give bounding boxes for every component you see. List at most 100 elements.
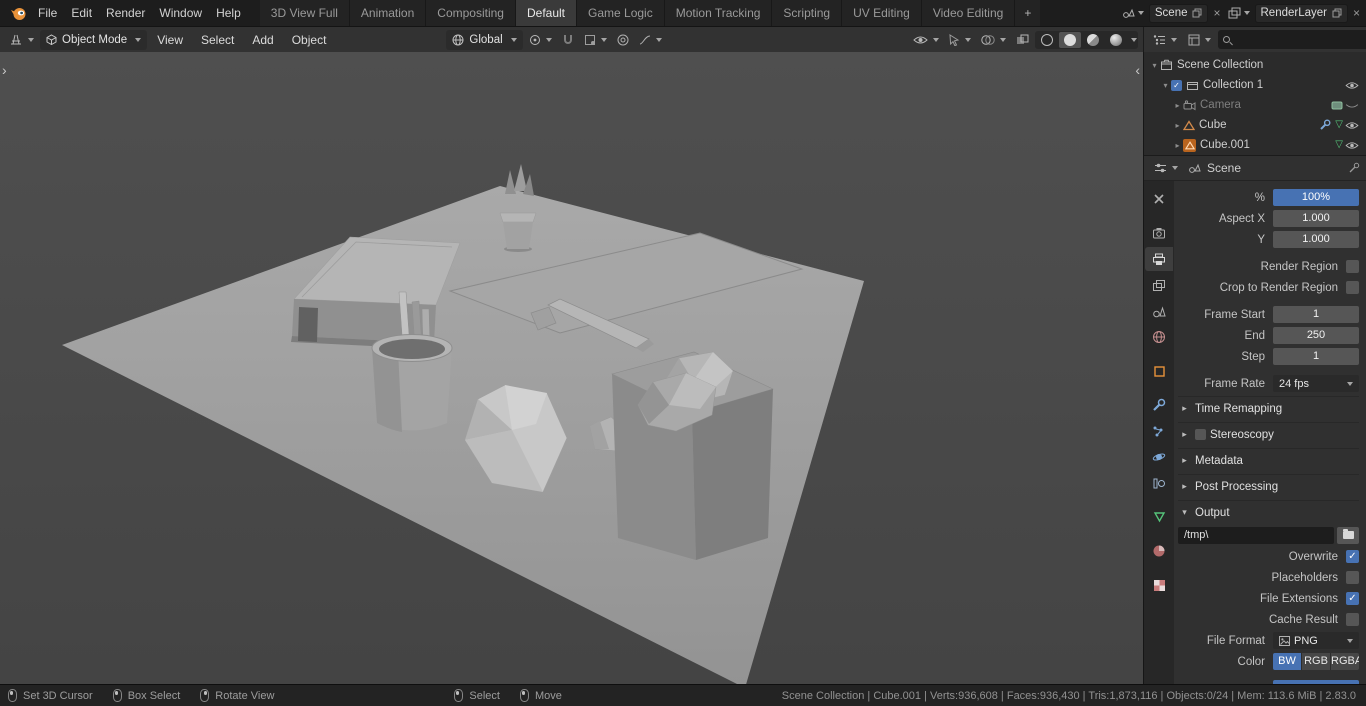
tab-view-layer[interactable]: [1146, 273, 1172, 297]
visibility-toggle[interactable]: [1343, 81, 1361, 90]
render-region-checkbox[interactable]: [1346, 260, 1359, 273]
workspace-tab-video-editing[interactable]: Video Editing: [921, 0, 1016, 26]
tab-particles[interactable]: [1146, 419, 1172, 443]
camera-data-icon[interactable]: [1331, 101, 1343, 110]
new-layer-icon[interactable]: [1332, 8, 1342, 18]
toolbar-expand-arrow[interactable]: ›: [2, 62, 7, 78]
disclosure-triangle-icon[interactable]: [1149, 61, 1160, 70]
section-post-processing[interactable]: Post Processing: [1178, 474, 1359, 498]
tab-object-data[interactable]: [1146, 505, 1172, 529]
tab-tool[interactable]: [1146, 187, 1172, 211]
browse-folder-button[interactable]: [1337, 526, 1359, 544]
disclosure-triangle-icon[interactable]: [1172, 141, 1183, 150]
color-rgb-button[interactable]: RGB: [1302, 653, 1331, 670]
outliner-editor-type-button[interactable]: [1149, 30, 1181, 50]
color-rgba-button[interactable]: RGBA: [1331, 653, 1359, 670]
add-workspace-button[interactable]: +: [1015, 0, 1041, 26]
shading-rendered-button[interactable]: [1105, 32, 1127, 48]
output-path-field[interactable]: /tmp\: [1178, 526, 1334, 544]
visibility-toggle[interactable]: [1343, 121, 1361, 130]
section-stereoscopy[interactable]: Stereoscopy: [1178, 422, 1359, 446]
outliner-search-field[interactable]: [1218, 30, 1366, 49]
tab-constraints[interactable]: [1146, 471, 1172, 495]
outliner-row-cube-001[interactable]: Cube.001 ▽: [1144, 135, 1366, 155]
tab-world[interactable]: [1146, 325, 1172, 349]
shading-solid-button[interactable]: [1059, 31, 1081, 48]
modifier-wrench-icon[interactable]: [1319, 119, 1331, 131]
menu-window[interactable]: Window: [152, 0, 209, 26]
pin-icon[interactable]: [1348, 162, 1360, 174]
scene-name-field[interactable]: Scene: [1148, 3, 1209, 23]
tab-render[interactable]: [1146, 221, 1172, 245]
menu-select[interactable]: Select: [193, 27, 242, 53]
frame-step-field[interactable]: 1: [1273, 348, 1359, 365]
outliner-item-label[interactable]: Cube.001: [1200, 139, 1250, 151]
menu-view[interactable]: View: [149, 27, 191, 53]
viewport-canvas[interactable]: [0, 52, 1143, 684]
shading-material-button[interactable]: [1082, 32, 1104, 48]
workspace-tab-motion-tracking[interactable]: Motion Tracking: [664, 0, 773, 26]
tab-output[interactable]: [1145, 247, 1173, 271]
new-scene-icon[interactable]: [1192, 8, 1202, 18]
menu-help[interactable]: Help: [209, 0, 248, 26]
file-format-dropdown[interactable]: PNG: [1273, 632, 1359, 649]
menu-object[interactable]: Object: [284, 27, 335, 53]
shading-wireframe-button[interactable]: [1036, 32, 1058, 48]
outliner-item-label[interactable]: Camera: [1200, 99, 1241, 111]
section-output[interactable]: Output: [1178, 500, 1359, 524]
sidebar-expand-arrow[interactable]: ‹: [1135, 62, 1140, 78]
visibility-toggle[interactable]: [1343, 101, 1361, 110]
frame-end-field[interactable]: 250: [1273, 327, 1359, 344]
show-overlays-dropdown[interactable]: [977, 30, 1010, 50]
workspace-tab-game-logic[interactable]: Game Logic: [577, 0, 665, 26]
blender-logo-icon[interactable]: [10, 6, 27, 21]
mesh-data-icon[interactable]: ▽: [1335, 140, 1343, 150]
browse-view-layer-button[interactable]: [1226, 7, 1252, 19]
show-gizmo-dropdown[interactable]: [945, 30, 975, 50]
disclosure-triangle-icon[interactable]: [1172, 121, 1183, 130]
outliner-item-label[interactable]: Collection 1: [1203, 79, 1263, 91]
outliner-search-input[interactable]: [1235, 32, 1366, 47]
render-layer-field[interactable]: RenderLayer: [1254, 3, 1348, 23]
browse-scene-button[interactable]: [1120, 7, 1146, 19]
proportional-editing-button[interactable]: [613, 30, 633, 50]
mode-dropdown[interactable]: Object Mode: [40, 29, 148, 50]
placeholders-checkbox[interactable]: [1346, 571, 1359, 584]
color-depth-partial-button[interactable]: [1273, 679, 1359, 684]
falloff-dropdown[interactable]: [635, 30, 666, 50]
outliner-item-label[interactable]: Scene Collection: [1177, 59, 1263, 71]
unlink-scene-button[interactable]: ×: [1211, 4, 1222, 23]
object-visibility-dropdown[interactable]: [909, 30, 943, 50]
outliner-item-label[interactable]: Cube: [1199, 119, 1227, 131]
workspace-tab-animation[interactable]: Animation: [349, 0, 427, 26]
workspace-tab-scripting[interactable]: Scripting: [772, 0, 843, 26]
outliner-row-scene-collection[interactable]: Scene Collection: [1144, 55, 1366, 75]
file-extensions-checkbox[interactable]: [1346, 592, 1359, 605]
disclosure-triangle-icon[interactable]: [1172, 101, 1183, 110]
workspace-tab-default[interactable]: Default: [515, 0, 578, 26]
menu-edit[interactable]: Edit: [64, 0, 99, 26]
disclosure-triangle-icon[interactable]: [1160, 81, 1171, 90]
cache-result-checkbox[interactable]: [1346, 613, 1359, 626]
viewport-3d[interactable]: › ‹: [0, 52, 1143, 684]
outliner-row-cube[interactable]: Cube ▽: [1144, 115, 1366, 135]
aspect-y-field[interactable]: 1.000: [1273, 231, 1359, 248]
workspace-tab-uv-editing[interactable]: UV Editing: [842, 0, 922, 26]
mesh-data-icon[interactable]: ▽: [1335, 120, 1343, 130]
outliner-display-mode-dropdown[interactable]: [1184, 30, 1215, 50]
visibility-toggle[interactable]: [1343, 141, 1361, 150]
unlink-layer-button[interactable]: ×: [1351, 4, 1362, 23]
transform-orientation-dropdown[interactable]: Global: [446, 29, 523, 50]
color-bw-button[interactable]: BW: [1273, 653, 1302, 670]
stereoscopy-checkbox[interactable]: [1195, 429, 1206, 440]
aspect-x-field[interactable]: 1.000: [1273, 210, 1359, 227]
frame-start-field[interactable]: 1: [1273, 306, 1359, 323]
tab-material[interactable]: [1146, 539, 1172, 563]
section-time-remapping[interactable]: Time Remapping: [1178, 396, 1359, 420]
tab-physics[interactable]: [1146, 445, 1172, 469]
frame-rate-dropdown[interactable]: 24 fps: [1273, 375, 1359, 392]
tab-scene[interactable]: [1146, 299, 1172, 323]
resolution-percentage-slider[interactable]: 100%: [1273, 189, 1359, 206]
workspace-tab-compositing[interactable]: Compositing: [426, 0, 516, 26]
menu-render[interactable]: Render: [99, 0, 152, 26]
